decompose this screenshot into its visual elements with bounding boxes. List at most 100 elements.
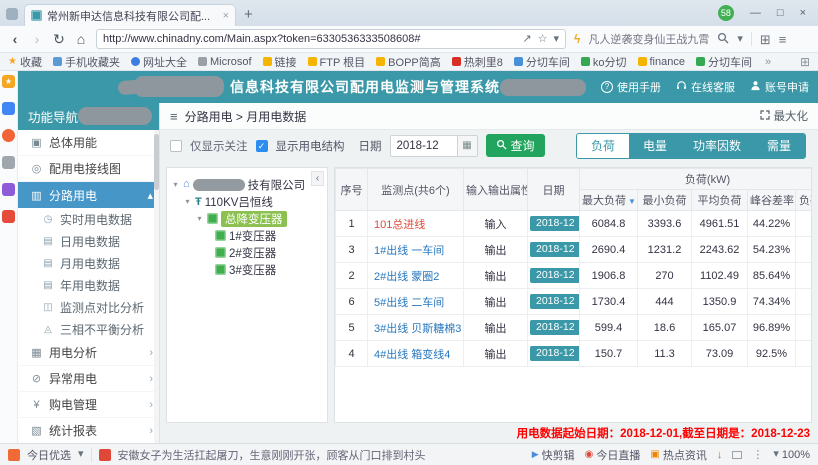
share-icon[interactable]: ↗ <box>522 34 531 45</box>
dock-favorites-icon[interactable]: ★ <box>2 75 15 88</box>
monitor-point-link[interactable]: 2#出线 蒙圈2 <box>368 263 464 289</box>
bookmark-item[interactable]: ★收藏 <box>8 54 42 70</box>
bookmark-item[interactable]: 链接 <box>263 54 297 70</box>
lightning-icon[interactable]: ϟ <box>574 32 580 46</box>
bookmark-item[interactable]: FTP 根目 <box>308 54 366 70</box>
maximize-button[interactable]: 最大化 <box>760 108 809 124</box>
sidebar-item-realtime-data[interactable]: ◷实时用电数据 <box>18 208 159 230</box>
expander-icon[interactable]: ▾ <box>171 180 180 189</box>
col-load-rate[interactable]: 负荷率 <box>796 190 813 211</box>
tab-power-factor[interactable]: 功率因数 <box>681 134 753 158</box>
sidebar-item-wiring-diagram[interactable]: ◎配用电接线图 <box>18 156 159 182</box>
tree-node-transformer-3[interactable]: 3#变压器 <box>169 261 325 278</box>
search-caret-icon[interactable]: ▾ <box>737 34 743 45</box>
bookmark-item[interactable]: 分切车间 <box>514 54 570 70</box>
monitor-point-link[interactable]: 5#出线 二车间 <box>368 289 464 315</box>
expander-icon[interactable]: ▾ <box>183 197 192 206</box>
menu-icon[interactable]: ≡ <box>779 34 787 45</box>
account-apply-link[interactable]: 账号申请 <box>750 79 809 95</box>
sort-desc-icon[interactable]: ▼ <box>628 197 636 206</box>
sidebar-item-monthly-data[interactable]: ▤月用电数据 <box>18 252 159 274</box>
url-input[interactable]: http://www.chinadny.com/Main.aspx?token=… <box>96 29 566 49</box>
window-maximize-icon[interactable]: □ <box>777 7 784 19</box>
tab-demand[interactable]: 需量 <box>753 134 805 158</box>
tree-node-company[interactable]: ▾ ⌂ 技有限公司 <box>169 176 325 193</box>
manual-link[interactable]: ? 使用手册 <box>601 79 661 95</box>
bookmark-item[interactable]: 手机收藏夹 <box>53 54 120 70</box>
dock-mail-icon[interactable] <box>2 210 15 223</box>
zoom-control[interactable]: ▾100% <box>773 449 810 461</box>
back-icon[interactable]: ‹ <box>8 32 22 46</box>
bookmark-item[interactable]: Microsof <box>198 56 252 68</box>
sidebar-item-abnormal-power[interactable]: ⊘异常用电› <box>18 366 159 392</box>
sidebar-item-point-compare[interactable]: ◫监测点对比分析 <box>18 296 159 318</box>
online-service-link[interactable]: 在线客服 <box>676 79 735 95</box>
only-follow-checkbox[interactable] <box>170 140 182 152</box>
dock-browser-icon[interactable] <box>2 129 15 142</box>
bookmarks-overflow-icon[interactable]: » <box>765 56 771 68</box>
tab-load[interactable]: 负荷 <box>577 134 629 158</box>
sidebar-item-daily-data[interactable]: ▤日用电数据 <box>18 230 159 252</box>
url-caret-icon[interactable]: ▾ <box>553 34 559 45</box>
tree-node-transformer-2[interactable]: 2#变压器 <box>169 244 325 261</box>
quick-clip-button[interactable]: ▶快剪辑 <box>532 447 575 463</box>
url-text[interactable]: http://www.chinadny.com/Main.aspx?token=… <box>103 33 516 45</box>
show-structure-checkbox[interactable]: ✓ <box>256 140 268 152</box>
live-button[interactable]: ◉今日直播 <box>585 447 641 463</box>
monitor-point-link[interactable]: 1#出线 一车间 <box>368 237 464 263</box>
speed-score-badge[interactable]: 58 <box>718 5 734 21</box>
refresh-icon[interactable]: ↻ <box>52 32 66 46</box>
query-button[interactable]: 查询 <box>486 134 545 157</box>
scrollbar-thumb[interactable] <box>154 134 159 190</box>
breadcrumb-menu-icon[interactable]: ≡ <box>170 109 178 124</box>
forward-icon[interactable]: › <box>30 32 44 46</box>
col-peak-valley-rate[interactable]: 峰谷差率 <box>748 190 796 211</box>
today-pick-label[interactable]: 今日优选 <box>27 447 71 463</box>
bookmark-item[interactable]: 分切车间 <box>696 54 752 70</box>
browser-logo-icon[interactable] <box>6 8 18 20</box>
expander-icon[interactable]: ▾ <box>195 214 204 223</box>
window-mode-icon[interactable] <box>732 451 742 459</box>
home-icon[interactable]: ⌂ <box>74 32 88 46</box>
col-max-load[interactable]: 最大负荷▼ <box>580 190 638 211</box>
col-min-load[interactable]: 最小负荷 <box>638 190 692 211</box>
sidebar-scrollbar[interactable] <box>154 130 159 443</box>
bookmark-item[interactable]: BOPP简高 <box>376 54 441 70</box>
news-ticker[interactable]: 安徽女子为生活扛起屠刀，生意刚刚开张，顾客从门口排到村头 <box>118 447 525 463</box>
sidebar-item-overall-energy[interactable]: ▣总体用能 <box>18 130 159 156</box>
sidebar-item-phase-unbalance[interactable]: ◬三相不平衡分析 <box>18 318 159 340</box>
more-icon[interactable]: ⋮ <box>752 448 763 461</box>
date-input[interactable]: 2018-12 ▦ <box>390 135 478 157</box>
search-icon[interactable] <box>717 32 729 47</box>
sidebar-item-branch-power[interactable]: ▥分路用电▴ <box>18 182 159 208</box>
bookmark-item[interactable]: 网址大全 <box>131 54 187 70</box>
sidebar-item-purchase-mgmt[interactable]: ¥购电管理› <box>18 392 159 418</box>
tree-node-main-transformer[interactable]: ▾ 总降变压器 <box>169 210 325 227</box>
window-minimize-icon[interactable]: — <box>750 7 761 19</box>
tab-energy[interactable]: 电量 <box>629 134 681 158</box>
apps-grid-icon[interactable]: ⊞ <box>760 34 771 45</box>
sidebar-item-power-analysis[interactable]: ▦用电分析› <box>18 340 159 366</box>
dock-notes-icon[interactable] <box>2 102 15 115</box>
caret-down-icon[interactable]: ▾ <box>78 449 84 460</box>
tab-close-icon[interactable]: × <box>223 10 229 22</box>
calendar-icon[interactable]: ▦ <box>457 136 477 156</box>
col-avg-load[interactable]: 平均负荷 <box>692 190 748 211</box>
window-close-icon[interactable]: × <box>800 7 806 19</box>
bookmarks-panel-icon[interactable]: ⊞ <box>800 55 810 69</box>
bookmark-item[interactable]: finance <box>638 56 685 68</box>
dock-video-icon[interactable] <box>2 183 15 196</box>
hot-news-button[interactable]: ▣热点资讯 <box>650 447 706 463</box>
monitor-point-link[interactable]: 101总进线 <box>368 211 464 237</box>
sidebar-item-statistics-report[interactable]: ▧统计报表› <box>18 418 159 443</box>
tree-node-transformer-1[interactable]: 1#变压器 <box>169 227 325 244</box>
tree-node-line-110kv[interactable]: ▾ Ŧ 110KV吕恒线 <box>169 193 325 210</box>
collapse-tree-button[interactable]: ‹ <box>311 171 324 186</box>
download-icon[interactable]: ↓ <box>717 449 723 461</box>
sidebar-item-yearly-data[interactable]: ▤年用电数据 <box>18 274 159 296</box>
dock-camera-icon[interactable] <box>2 156 15 169</box>
monitor-point-link[interactable]: 3#出线 贝斯糖棉3 <box>368 315 464 341</box>
new-tab-button[interactable]: + <box>244 8 253 22</box>
bookmark-item[interactable]: ko分切 <box>581 54 627 70</box>
promo-link[interactable]: 凡人逆袭变身仙王战九霄 <box>588 31 709 47</box>
